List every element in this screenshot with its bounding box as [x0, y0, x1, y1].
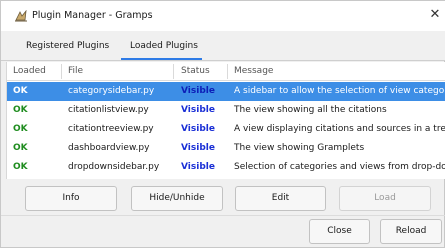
loaded-cell: OK	[13, 162, 28, 172]
table-row[interactable]: OK categorysidebar.py Visible A sidebar …	[7, 82, 445, 101]
tab-registered-plugins[interactable]: Registered Plugins	[26, 41, 109, 51]
gramps-app-icon	[14, 9, 28, 22]
status-cell: Visible	[181, 162, 215, 172]
hide-unhide-button[interactable]: Hide/Unhide	[131, 186, 223, 211]
loaded-cell: OK	[13, 124, 28, 134]
column-header-loaded[interactable]: Loaded	[13, 66, 46, 76]
message-cell: A view displaying citations and sources …	[234, 124, 445, 134]
message-cell: A sidebar to allow the selection of view…	[234, 86, 445, 96]
table-row[interactable]: OK citationlistview.py Visible The view …	[7, 101, 445, 120]
table-header: Loaded File Status Message	[7, 62, 445, 81]
loaded-cell: OK	[13, 86, 28, 96]
column-header-file[interactable]: File	[68, 66, 83, 76]
load-button[interactable]: Load	[339, 186, 431, 211]
reload-button[interactable]: Reload	[380, 219, 442, 244]
message-cell: Selection of categories and views from d…	[234, 162, 445, 172]
file-cell: citationlistview.py	[68, 105, 149, 115]
table-row[interactable]: OK dropdownsidebar.py Visible Selection …	[7, 158, 445, 177]
active-tab-indicator	[121, 58, 202, 60]
message-cell: The view showing Gramplets	[234, 143, 365, 153]
column-header-message[interactable]: Message	[234, 66, 273, 76]
file-cell: citationtreeview.py	[68, 124, 154, 134]
close-window-icon[interactable]: ✕	[426, 6, 444, 24]
status-cell: Visible	[181, 143, 215, 153]
column-divider	[227, 64, 228, 79]
loaded-cell: OK	[13, 143, 28, 153]
loaded-plugins-table: Loaded File Status Message OK categorysi…	[6, 62, 445, 179]
plugin-manager-window: Plugin Manager - Gramps ✕ Registered Plu…	[0, 0, 445, 248]
column-header-status[interactable]: Status	[181, 66, 210, 76]
table-row[interactable]: OK citationtreeview.py Visible A view di…	[7, 120, 445, 139]
message-cell: The view showing all the citations	[234, 105, 387, 115]
status-cell: Visible	[181, 105, 215, 115]
window-title: Plugin Manager - Gramps	[32, 10, 153, 21]
column-divider	[61, 64, 62, 79]
status-cell: Visible	[181, 86, 215, 96]
loaded-cell: OK	[13, 105, 28, 115]
file-cell: dashboardview.py	[68, 143, 150, 153]
file-cell: dropdownsidebar.py	[68, 162, 160, 172]
status-cell: Visible	[181, 124, 215, 134]
tab-loaded-plugins[interactable]: Loaded Plugins	[130, 41, 198, 51]
file-cell: categorysidebar.py	[68, 86, 155, 96]
info-button[interactable]: Info	[25, 186, 117, 211]
table-row[interactable]: OK dashboardview.py Visible The view sho…	[7, 139, 445, 158]
column-divider	[173, 64, 174, 79]
footer-divider	[1, 215, 445, 216]
close-button[interactable]: Close	[309, 219, 370, 244]
edit-button[interactable]: Edit	[235, 186, 326, 211]
title-bar: Plugin Manager - Gramps ✕	[1, 1, 445, 31]
tab-bar: Registered Plugins Loaded Plugins	[1, 31, 445, 61]
